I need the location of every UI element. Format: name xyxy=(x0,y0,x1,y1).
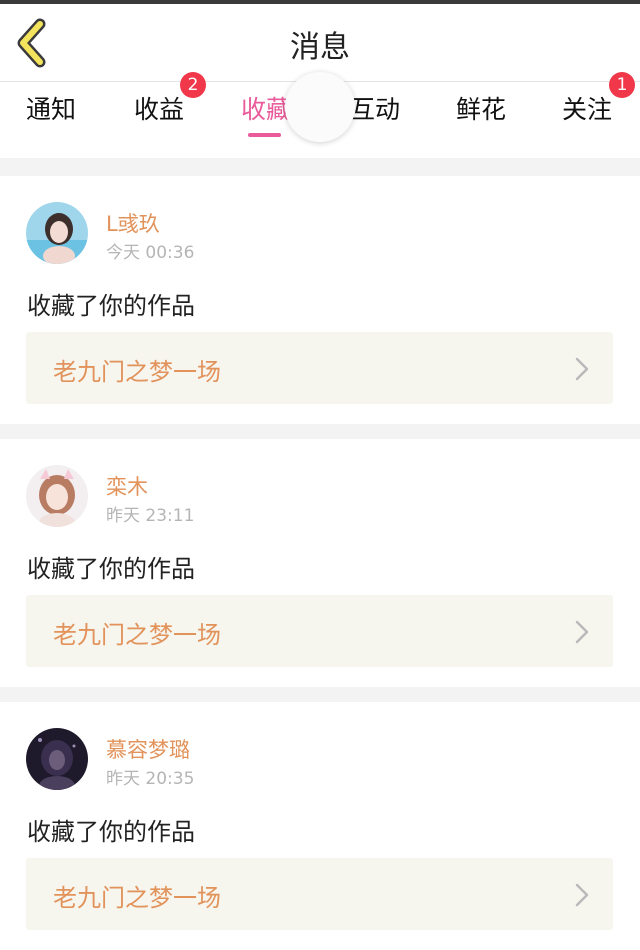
avatar[interactable] xyxy=(26,465,88,527)
message-time: 昨天 23:11 xyxy=(106,506,195,526)
tab-notice[interactable]: 通知 xyxy=(26,90,76,126)
message-text: 收藏了你的作品 xyxy=(27,555,195,583)
user-name[interactable]: 慕容梦璐 xyxy=(106,734,190,764)
follow-badge: 1 xyxy=(609,72,635,98)
avatar[interactable] xyxy=(26,202,88,264)
message-card: 栾木 昨天 23:11 收藏了你的作品 老九门之梦一场 xyxy=(0,439,640,687)
work-link[interactable]: 老九门之梦一场 xyxy=(26,595,613,667)
work-title: 老九门之梦一场 xyxy=(53,884,221,912)
tab-follow[interactable]: 关注 xyxy=(562,90,612,126)
floating-assistive-button[interactable] xyxy=(285,72,355,142)
income-badge: 2 xyxy=(180,72,206,98)
message-text: 收藏了你的作品 xyxy=(27,292,195,320)
work-title: 老九门之梦一场 xyxy=(53,358,221,386)
work-link[interactable]: 老九门之梦一场 xyxy=(26,332,613,404)
chevron-right-icon xyxy=(575,883,589,907)
tab-interaction[interactable]: 互动 xyxy=(350,90,400,126)
message-time: 今天 00:36 xyxy=(106,243,195,263)
message-card: 慕容梦璐 昨天 20:35 收藏了你的作品 老九门之梦一场 xyxy=(0,702,640,950)
message-text: 收藏了你的作品 xyxy=(27,818,195,846)
message-time: 昨天 20:35 xyxy=(106,769,195,789)
work-title: 老九门之梦一场 xyxy=(53,621,221,649)
work-link[interactable]: 老九门之梦一场 xyxy=(26,858,613,930)
tab-favorites[interactable]: 收藏 xyxy=(241,90,291,126)
user-name[interactable]: L彧玖 xyxy=(106,208,160,238)
chevron-right-icon xyxy=(575,620,589,644)
user-name[interactable]: 栾木 xyxy=(106,471,148,501)
chevron-right-icon xyxy=(575,357,589,381)
tab-flowers[interactable]: 鲜花 xyxy=(456,90,506,126)
active-tab-indicator xyxy=(248,133,281,137)
message-card: L彧玖 今天 00:36 收藏了你的作品 老九门之梦一场 xyxy=(0,176,640,424)
avatar[interactable] xyxy=(26,728,88,790)
page-title: 消息 xyxy=(290,30,350,65)
tab-income[interactable]: 收益 xyxy=(134,90,184,126)
header: 消息 xyxy=(0,4,640,82)
